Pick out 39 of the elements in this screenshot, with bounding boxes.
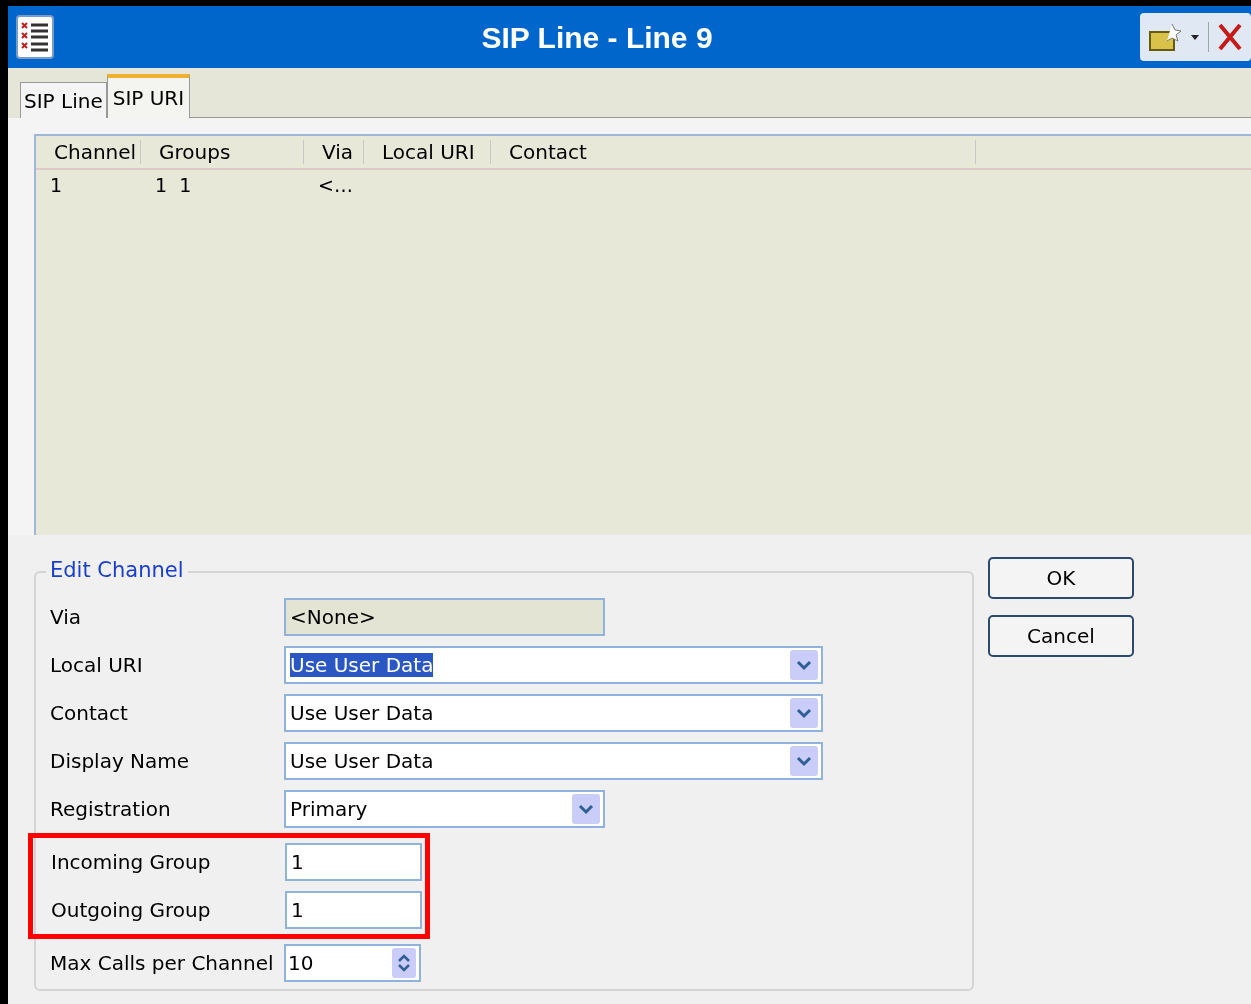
- tab[interactable]: SIP URI: [106, 74, 191, 118]
- column-header[interactable]: Groups: [141, 140, 304, 164]
- window-title: SIP Line - Line 9: [480, 19, 714, 56]
- dropdown-field[interactable]: Primary: [284, 790, 605, 828]
- input-field[interactable]: 1: [285, 891, 422, 929]
- table-cell-text: <…: [317, 172, 354, 198]
- folder-icon[interactable]: [1148, 22, 1182, 52]
- field-label: Contact: [50, 700, 129, 727]
- combo-field[interactable]: Use User Data: [284, 742, 823, 780]
- field-label: Local URI: [50, 652, 144, 679]
- input-field[interactable]: 1: [285, 843, 422, 881]
- column-header[interactable]: Channel: [36, 140, 141, 164]
- dropdown-value: Primary: [290, 796, 368, 823]
- column-header[interactable]: Local URI: [364, 140, 491, 164]
- caret-icon[interactable]: [1190, 33, 1200, 41]
- field-label: Registration: [50, 796, 172, 823]
- table-cell-text: 1 1: [154, 172, 193, 198]
- close-icon[interactable]: [1217, 22, 1243, 52]
- spin-field[interactable]: 10: [284, 944, 421, 982]
- via-field: <None>: [284, 598, 605, 636]
- field-label: Incoming Group: [51, 849, 212, 876]
- list-icon[interactable]: [16, 15, 54, 59]
- field-label: Via: [50, 604, 83, 631]
- column-header[interactable]: Via: [304, 140, 364, 164]
- spin-value: 10: [288, 950, 314, 977]
- dialog-button[interactable]: OK: [988, 557, 1134, 599]
- combo-value: Use User Data: [290, 653, 434, 677]
- combo-field[interactable]: Use User Data: [284, 646, 823, 684]
- field-label: Display Name: [50, 748, 191, 775]
- tab[interactable]: SIP Line: [20, 82, 107, 118]
- column-header[interactable]: Contact: [491, 140, 976, 164]
- spinner-icon[interactable]: [392, 948, 416, 978]
- table-cell-text: 1: [49, 172, 64, 198]
- dialog-button[interactable]: Cancel: [988, 615, 1134, 657]
- field-label: Outgoing Group: [51, 897, 212, 924]
- combo-value: Use User Data: [290, 701, 434, 725]
- field-label: Max Calls per Channel: [50, 950, 275, 977]
- combo-field[interactable]: Use User Data: [284, 694, 823, 732]
- combo-value: Use User Data: [290, 749, 434, 773]
